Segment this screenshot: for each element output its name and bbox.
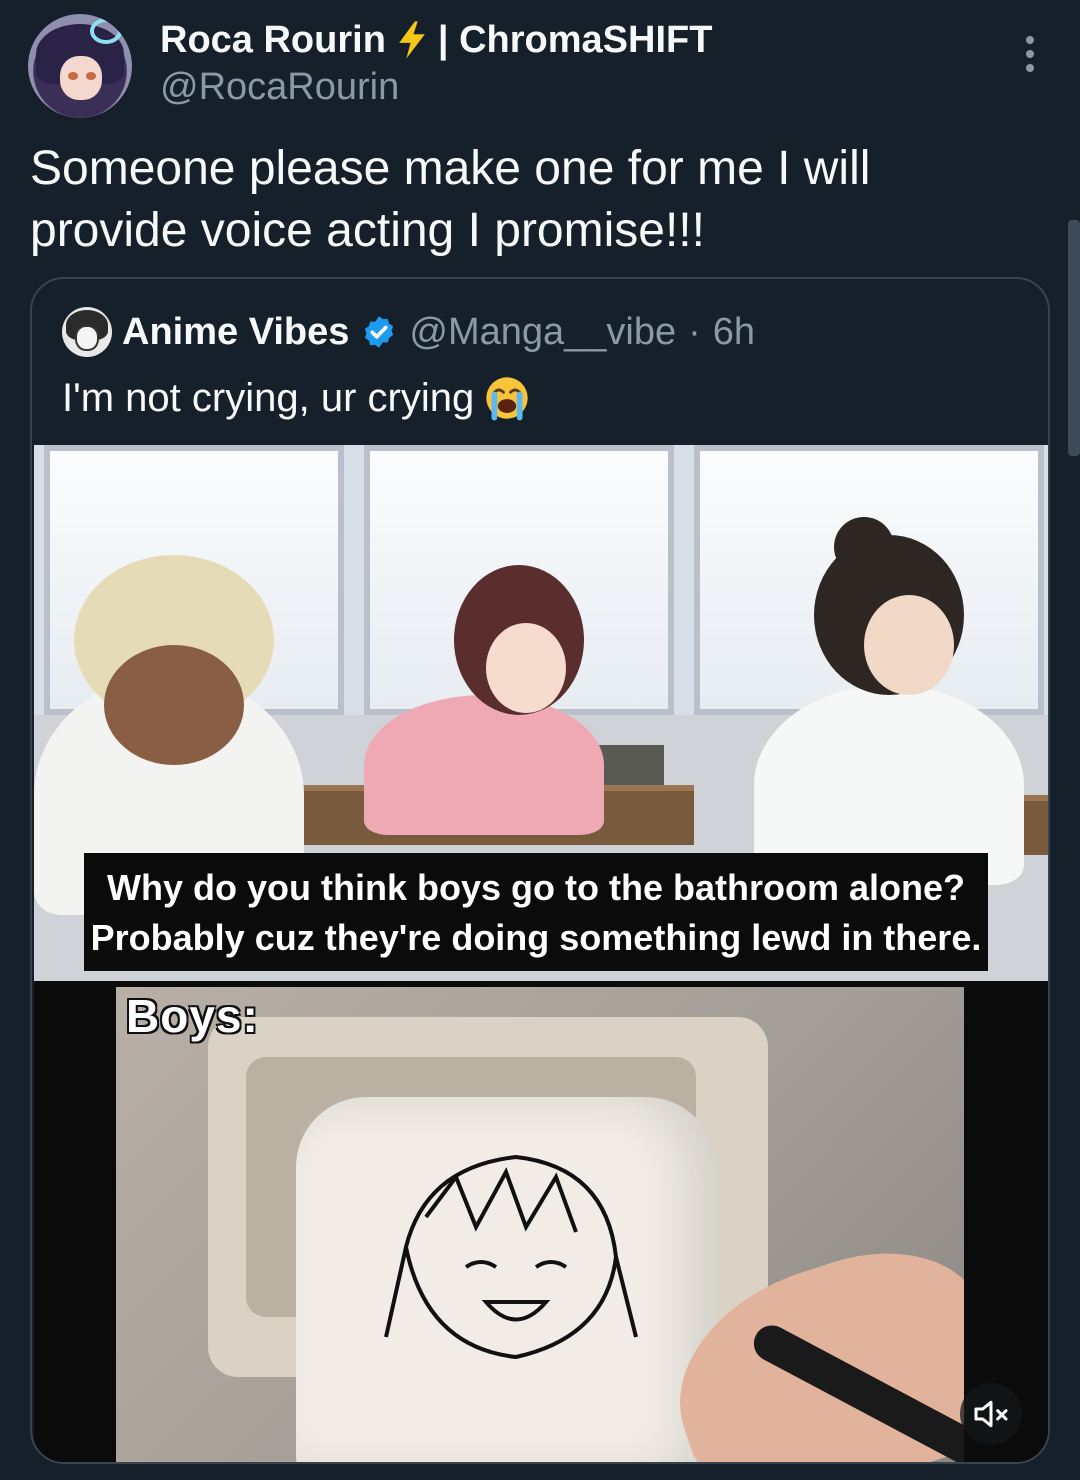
video-caption: Why do you think boys go to the bathroom…	[84, 853, 988, 971]
quoted-text: I'm not crying, ur crying	[62, 375, 475, 420]
caption-line-2: Probably cuz they're doing something lew…	[90, 917, 982, 958]
tweet: Roca Rourin | ChromaSHIFT @RocaRourin So…	[0, 0, 1080, 1480]
loudly-crying-face-icon	[486, 377, 528, 421]
caption-line-1: Why do you think boys go to the bathroom…	[107, 867, 965, 908]
more-options-icon[interactable]	[1018, 36, 1042, 76]
anime-girl-sketch	[384, 1154, 638, 1360]
lightning-bolt-icon	[399, 21, 425, 59]
quoted-separator: ·	[688, 310, 701, 353]
author-name-suffix: | ChromaSHIFT	[437, 18, 713, 61]
verified-badge-icon	[365, 316, 394, 348]
author-name-row: Roca Rourin | ChromaSHIFT	[160, 16, 712, 64]
drawing-scene: Boys:	[34, 981, 1048, 1462]
video-player[interactable]: Why do you think boys go to the bathroom…	[34, 445, 1048, 1462]
scrollbar-thumb[interactable]	[1068, 220, 1080, 456]
author-avatar[interactable]	[28, 14, 132, 118]
quoted-avatar[interactable]	[62, 307, 112, 357]
boys-overlay-label: Boys:	[126, 990, 259, 1042]
quoted-tweet[interactable]: Anime Vibes @Manga__vibe · 6h I'm not cr…	[30, 277, 1050, 1464]
anime-scene: Why do you think boys go to the bathroom…	[34, 445, 1048, 981]
quoted-handle[interactable]: @Manga__vibe	[409, 311, 676, 354]
quoted-display-name[interactable]: Anime Vibes	[122, 311, 349, 354]
tweet-text: Someone please make one for me I will pr…	[30, 142, 871, 257]
author-display-name[interactable]: Roca Rourin	[160, 19, 386, 62]
mute-toggle-button[interactable]	[960, 1383, 1022, 1445]
quoted-timestamp[interactable]: 6h	[713, 311, 755, 354]
author-handle[interactable]: @RocaRourin	[160, 66, 399, 109]
speaker-muted-icon	[974, 1400, 1008, 1428]
quoted-text-row: I'm not crying, ur crying	[62, 375, 530, 421]
toilet-paper-clip	[116, 987, 964, 1462]
quoted-header: Anime Vibes @Manga__vibe · 6h	[122, 305, 755, 359]
